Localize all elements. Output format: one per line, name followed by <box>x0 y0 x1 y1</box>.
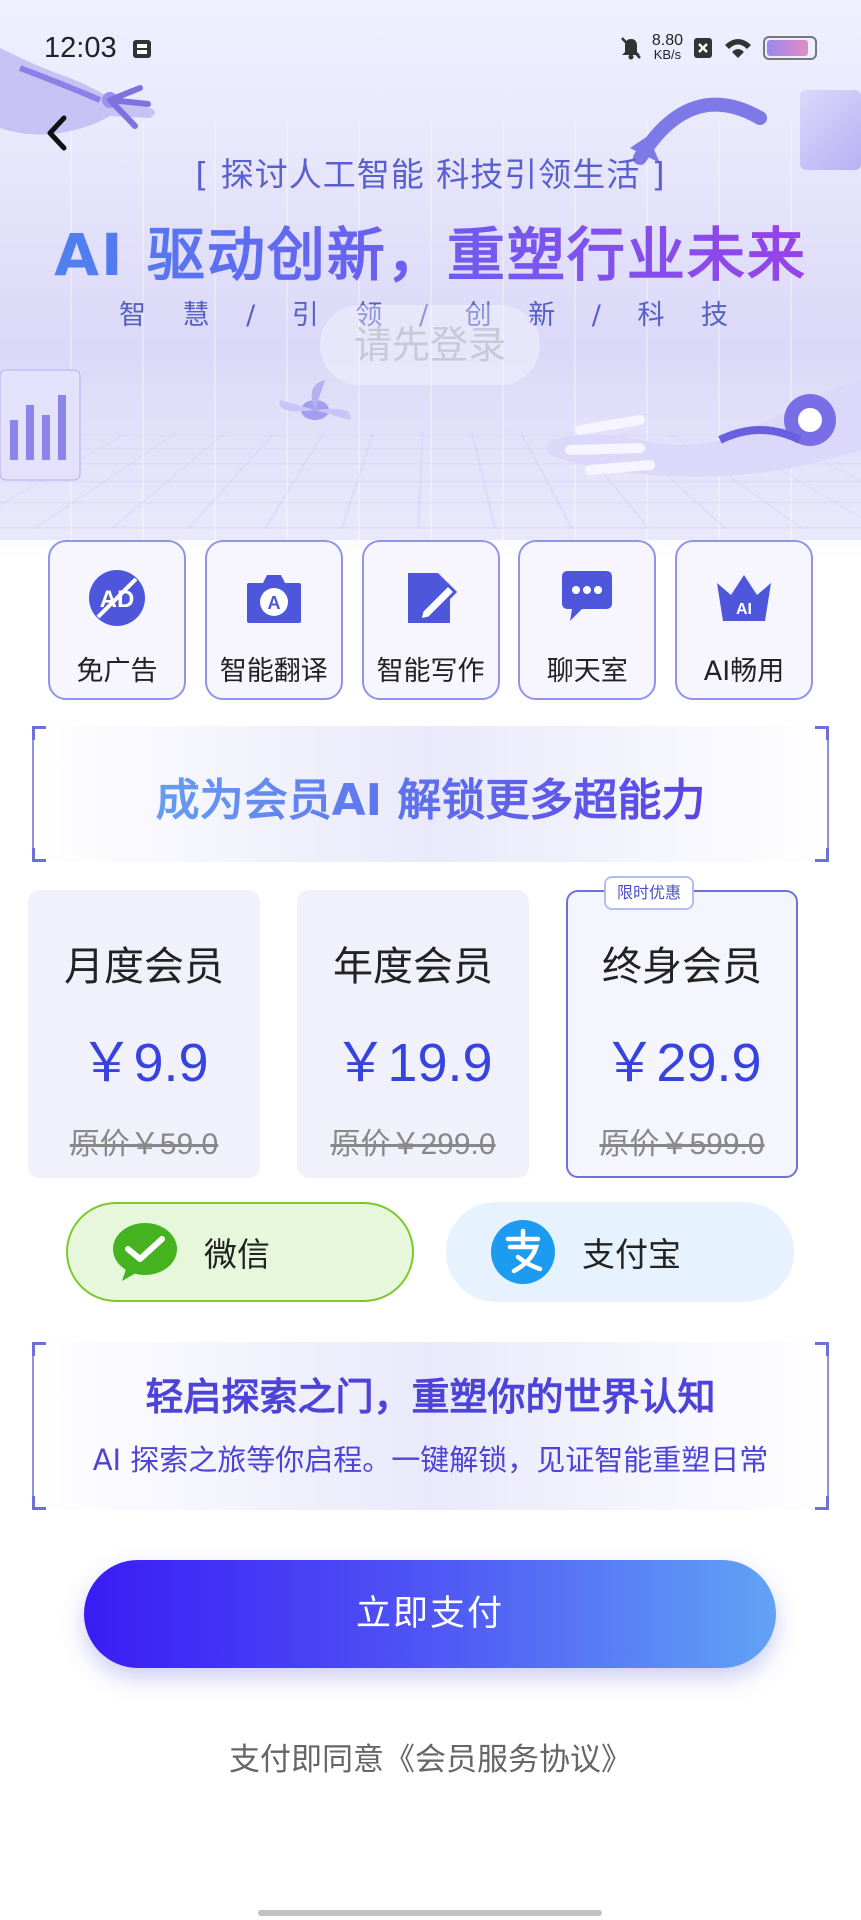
no-ads-icon: AD <box>89 570 145 626</box>
chart-panel-illustration <box>0 369 81 481</box>
propeller-illustration <box>279 380 351 420</box>
feature-ai-unlimited[interactable]: AI AI畅用 <box>675 540 813 700</box>
feature-label: 智能写作 <box>376 656 485 687</box>
network-speed-value: 8.80 <box>651 32 683 49</box>
plan-price: ￥9.9 <box>79 1033 209 1093</box>
svg-text:A: A <box>267 593 280 613</box>
battery-icon <box>763 36 817 60</box>
plan-name: 终身会员 <box>602 944 762 990</box>
plan-price: ￥19.9 <box>333 1033 493 1093</box>
chat-icon <box>562 571 613 621</box>
explore-title: 轻启探索之门，重塑你的世界认知 <box>145 1375 716 1419</box>
feature-no-ads[interactable]: AD 免广告 <box>48 540 186 700</box>
payment-label: 微信 <box>204 1235 270 1274</box>
no-sim-icon <box>694 38 712 58</box>
feature-label: 聊天室 <box>546 656 628 687</box>
agreement-link[interactable]: 支付即同意《会员服务协议》 <box>0 1734 861 1779</box>
write-icon <box>407 573 457 623</box>
camera-translate-icon: A <box>246 575 301 623</box>
plan-original-price: 原价￥59.0 <box>69 1128 219 1161</box>
status-bar: 12:03 8.80 KB/s <box>0 0 861 100</box>
plan-monthly[interactable]: 月度会员 ￥9.9 原价￥59.0 <box>28 890 260 1178</box>
feature-label: AI畅用 <box>703 656 785 687</box>
plan-original-price: 原价￥599.0 <box>599 1128 765 1161</box>
sim-card-icon <box>133 40 151 58</box>
home-indicator[interactable] <box>258 1910 602 1916</box>
member-banner: 成为会员AI 解锁更多超能力 <box>32 726 829 862</box>
payment-label: 支付宝 <box>582 1235 681 1274</box>
mute-bell-icon <box>620 37 641 60</box>
feature-writing[interactable]: 智能写作 <box>361 540 500 700</box>
hero-tagline: [ 探讨人工智能 科技引领生活 ] <box>195 155 666 194</box>
wechat-pay-icon <box>113 1223 177 1281</box>
feature-label: 智能翻译 <box>219 656 328 687</box>
explore-banner: 轻启探索之门，重塑你的世界认知 AI 探索之旅等你启程。一键解锁，见证智能重塑日… <box>32 1342 829 1510</box>
hero-headline: AI 驱动创新，重塑行业未来 <box>0 208 861 292</box>
status-time: 12:03 <box>44 32 117 64</box>
plan-lifetime[interactable]: 限时优惠 终身会员 ￥29.9 原价￥599.0 <box>566 876 798 1178</box>
wechat-pay-option[interactable]: 微信 <box>66 1202 414 1302</box>
feature-translate[interactable]: A 智能翻译 <box>204 540 343 700</box>
network-speed: 8.80 KB/s <box>651 32 683 62</box>
wifi-icon <box>725 39 751 58</box>
ai-crown-icon: AI <box>717 575 771 621</box>
feature-list: AD 免广告 A 智能翻译 智能写作 聊天室 AI AI畅 <box>48 540 813 700</box>
battery-level <box>767 40 809 56</box>
pay-now-button[interactable]: 立即支付 <box>84 1560 776 1668</box>
alipay-option[interactable]: 支付宝 <box>446 1202 794 1302</box>
member-banner-text: 成为会员AI 解锁更多超能力 <box>32 764 829 828</box>
login-prompt-button[interactable]: 请先登录 <box>320 305 540 385</box>
plan-yearly[interactable]: 年度会员 ￥19.9 原价￥299.0 <box>297 890 529 1178</box>
plan-name: 月度会员 <box>64 944 224 990</box>
robot-hand-right-illustration <box>546 380 861 477</box>
plan-name: 年度会员 <box>333 944 493 990</box>
status-icons: 8.80 KB/s <box>620 32 817 62</box>
plan-original-price: 原价￥299.0 <box>330 1128 496 1161</box>
alipay-icon <box>491 1220 555 1284</box>
feature-label: 免广告 <box>76 656 158 687</box>
plan-list: 月度会员 ￥9.9 原价￥59.0 年度会员 ￥19.9 原价￥299.0 限时… <box>28 876 798 1178</box>
limited-offer-badge: 限时优惠 <box>604 876 694 910</box>
plan-price: ￥29.9 <box>602 1033 762 1093</box>
network-speed-unit: KB/s <box>653 47 682 62</box>
svg-text:AI: AI <box>736 601 752 618</box>
feature-chatroom[interactable]: 聊天室 <box>518 540 657 700</box>
explore-subtitle: AI 探索之旅等你启程。一键解锁，见证智能重塑日常 <box>92 1443 769 1477</box>
hero-banner: 12:03 8.80 KB/s [探讨人工智能 科技引领生活] AI 驱动创… <box>0 0 861 560</box>
